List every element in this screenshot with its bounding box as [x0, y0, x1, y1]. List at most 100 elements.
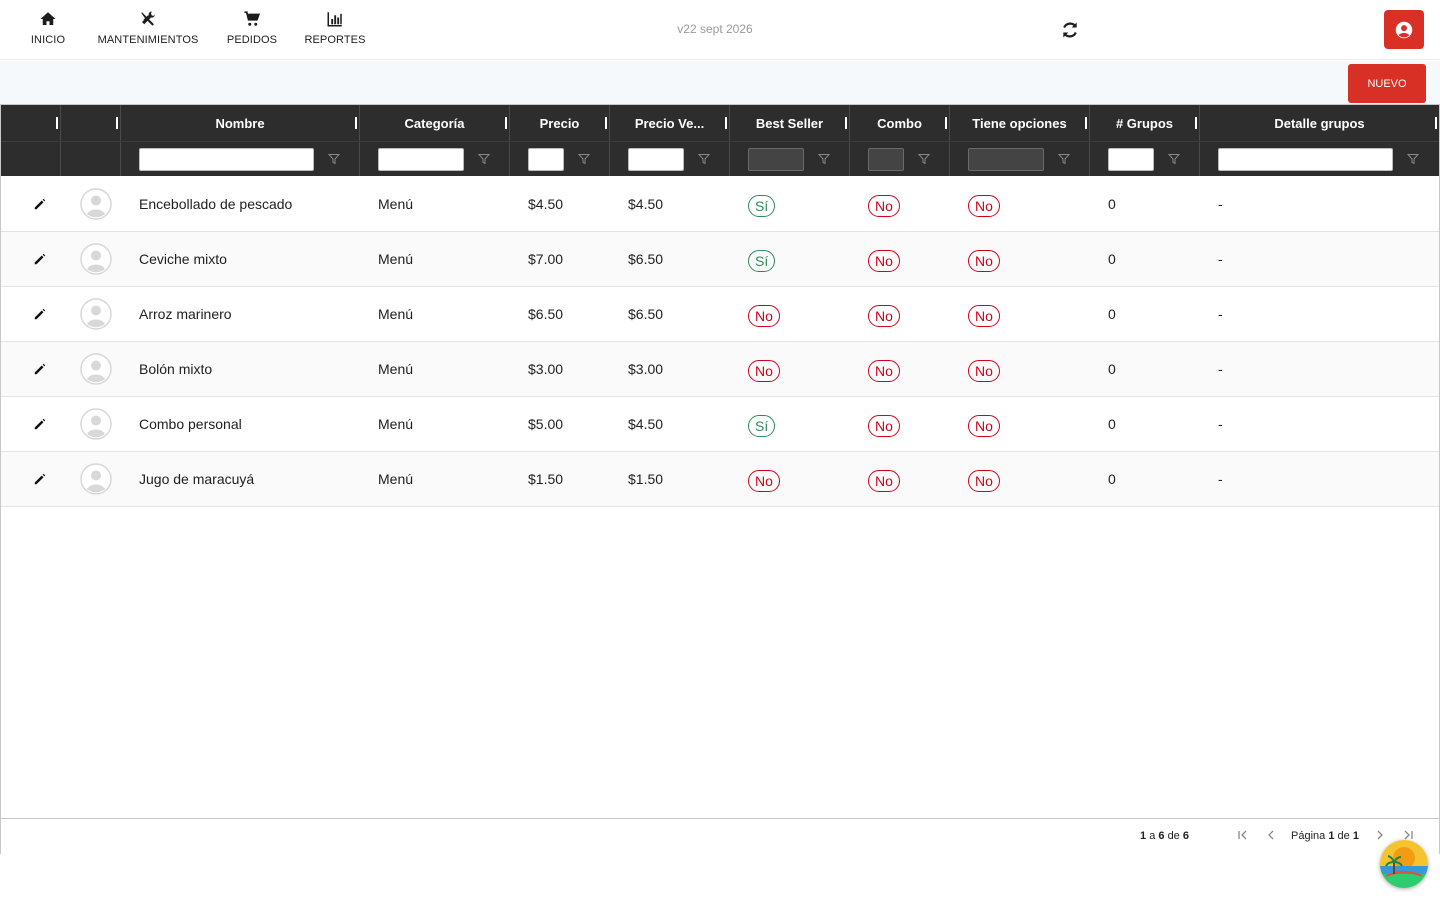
filter-input-precio[interactable]	[528, 148, 564, 171]
col-header-grupos[interactable]: # Grupos	[1090, 105, 1200, 141]
status-badge: No	[868, 360, 900, 382]
floating-logo-button[interactable]	[1380, 840, 1428, 888]
filter-icon[interactable]	[1407, 153, 1419, 165]
column-resize-handle[interactable]	[56, 117, 58, 129]
column-resize-handle[interactable]	[1085, 117, 1087, 129]
filter-cell-detalle-grupos	[1200, 142, 1439, 176]
column-resize-handle[interactable]	[945, 117, 947, 129]
status-badge: No	[748, 470, 780, 492]
col-header-nombre-label: Nombre	[215, 115, 265, 131]
filter-input-best-seller[interactable]	[748, 148, 804, 171]
cell-nombre: Ceviche mixto	[139, 251, 227, 267]
table-row[interactable]: Ceviche mixto Menú $7.00 $6.50 Sí No No …	[1, 232, 1439, 287]
col-header-tiene-opciones[interactable]: Tiene opciones	[950, 105, 1090, 141]
cell-precio: $5.00	[528, 416, 564, 432]
col-header-combo[interactable]: Combo	[850, 105, 950, 141]
col-header-precio[interactable]: Precio	[510, 105, 610, 141]
filter-cell-image	[61, 142, 121, 176]
col-header-best-seller-label: Best Seller	[755, 115, 824, 131]
col-header-precio-venta[interactable]: Precio Ve...	[610, 105, 730, 141]
filter-icon[interactable]	[818, 153, 830, 165]
filter-input-combo[interactable]	[868, 148, 904, 171]
edit-pencil-icon[interactable]	[33, 472, 47, 486]
filter-input-nombre[interactable]	[139, 148, 314, 171]
cell-nombre: Encebollado de pescado	[139, 196, 293, 212]
edit-pencil-icon[interactable]	[33, 252, 47, 266]
cell-grupos: 0	[1108, 306, 1116, 322]
filter-icon[interactable]	[1168, 153, 1180, 165]
status-badge: No	[968, 195, 1000, 217]
previous-page-icon[interactable]	[1264, 828, 1278, 842]
column-resize-handle[interactable]	[116, 117, 118, 129]
filter-icon[interactable]	[918, 153, 930, 165]
cell-tiene-opciones: No	[968, 342, 1000, 396]
cell-precio: $1.50	[528, 471, 564, 487]
cell-precio: $6.50	[528, 306, 564, 322]
col-header-combo-label: Combo	[877, 115, 922, 131]
cell-tiene-opciones: No	[968, 287, 1000, 341]
column-resize-handle[interactable]	[845, 117, 847, 129]
cell-tiene-opciones: No	[968, 397, 1000, 451]
column-resize-handle[interactable]	[505, 117, 507, 129]
cell-grupos: 0	[1108, 196, 1116, 212]
filter-icon[interactable]	[478, 153, 490, 165]
edit-pencil-icon[interactable]	[33, 417, 47, 431]
col-header-edit[interactable]	[1, 105, 61, 141]
cell-tiene-opciones: No	[968, 452, 1000, 506]
edit-pencil-icon[interactable]	[33, 307, 47, 321]
next-page-icon[interactable]	[1373, 828, 1387, 842]
col-header-best-seller[interactable]: Best Seller	[730, 105, 850, 141]
table-row[interactable]: Combo personal Menú $5.00 $4.50 Sí No No…	[1, 397, 1439, 452]
column-resize-handle[interactable]	[725, 117, 727, 129]
filter-icon[interactable]	[578, 153, 590, 165]
filter-input-detalle-grupos[interactable]	[1218, 148, 1393, 171]
column-resize-handle[interactable]	[355, 117, 357, 129]
products-grid: Nombre Categoría Precio Precio Ve... Bes…	[0, 104, 1440, 854]
grid-pagination-bar: 1 a 6 de 6 Página 1 de 1	[1, 818, 1439, 854]
filter-input-categoria[interactable]	[378, 148, 464, 171]
table-row[interactable]: Arroz marinero Menú $6.50 $6.50 No No No…	[1, 287, 1439, 342]
table-row[interactable]: Jugo de maracuyá Menú $1.50 $1.50 No No …	[1, 452, 1439, 507]
edit-pencil-icon[interactable]	[33, 362, 47, 376]
cell-tiene-opciones: No	[968, 232, 1000, 286]
page-current: 1	[1328, 830, 1335, 842]
col-header-nombre[interactable]: Nombre	[121, 105, 360, 141]
nuevo-button[interactable]: NUEVO	[1348, 64, 1426, 103]
avatar	[80, 298, 112, 330]
table-row[interactable]: Bolón mixto Menú $3.00 $3.00 No No No 0 …	[1, 342, 1439, 397]
status-badge: No	[868, 250, 900, 272]
cell-best-seller: Sí	[748, 177, 776, 231]
cell-best-seller: No	[748, 452, 780, 506]
range-a: a	[1149, 830, 1156, 842]
column-resize-handle[interactable]	[605, 117, 607, 129]
first-page-icon[interactable]	[1236, 828, 1250, 842]
filter-icon[interactable]	[328, 153, 340, 165]
col-header-categoria[interactable]: Categoría	[360, 105, 510, 141]
cell-categoria: Menú	[378, 361, 414, 377]
filter-icon[interactable]	[698, 153, 710, 165]
filter-input-precio-venta[interactable]	[628, 148, 684, 171]
avatar	[80, 353, 112, 385]
column-resize-handle[interactable]	[1435, 117, 1437, 129]
avatar	[80, 243, 112, 275]
cell-categoria: Menú	[378, 251, 414, 267]
filter-icon[interactable]	[1058, 153, 1070, 165]
cell-grupos: 0	[1108, 416, 1116, 432]
col-header-detalle-grupos-label: Detalle grupos	[1274, 115, 1365, 131]
col-header-detalle-grupos[interactable]: Detalle grupos	[1200, 105, 1439, 141]
cell-combo: No	[868, 397, 900, 451]
cell-precio: $4.50	[528, 196, 564, 212]
column-resize-handle[interactable]	[1195, 117, 1197, 129]
filter-input-tiene-opciones[interactable]	[968, 148, 1044, 171]
edit-pencil-icon[interactable]	[33, 197, 47, 211]
status-badge: Sí	[748, 415, 776, 437]
filter-input-grupos[interactable]	[1108, 148, 1154, 171]
refresh-icon[interactable]	[1060, 20, 1080, 40]
table-row[interactable]: Encebollado de pescado Menú $4.50 $4.50 …	[1, 177, 1439, 232]
user-menu-button[interactable]	[1384, 10, 1424, 49]
cell-combo: No	[868, 232, 900, 286]
action-toolbar: NUEVO	[0, 61, 1440, 105]
col-header-image[interactable]	[61, 105, 121, 141]
cell-best-seller: No	[748, 342, 780, 396]
cell-detalle-grupos: -	[1218, 306, 1223, 322]
